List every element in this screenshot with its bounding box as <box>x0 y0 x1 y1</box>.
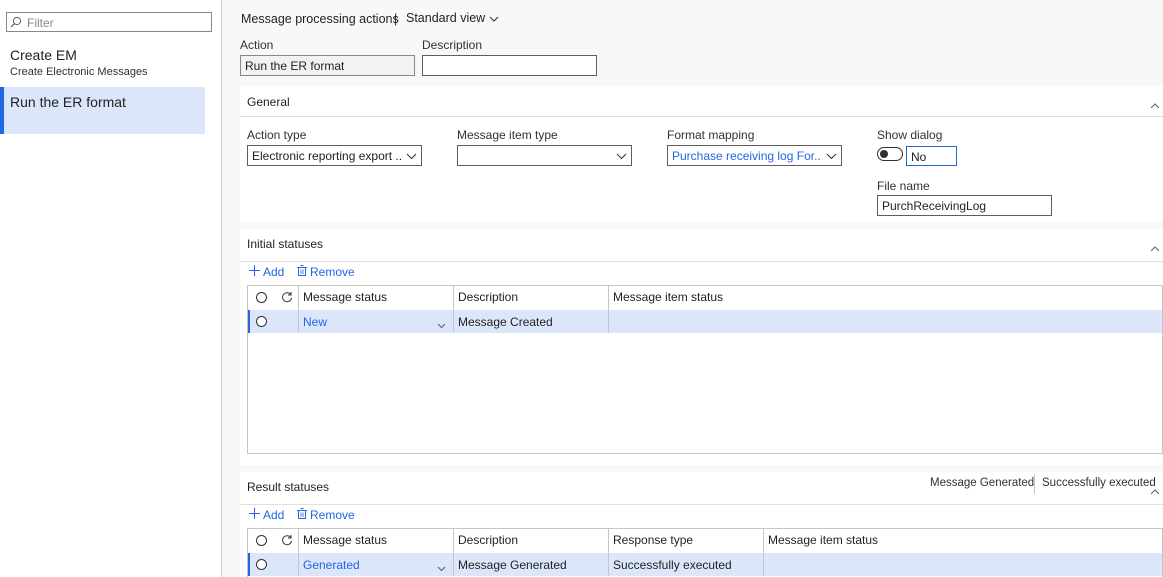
cell-message-status[interactable]: Generated <box>303 558 360 572</box>
select-all-radio[interactable] <box>256 292 267 303</box>
table-row[interactable]: Generated Message Generated Successfully… <box>248 553 1162 576</box>
list-item-title: Create EM <box>10 47 77 63</box>
general-header: General <box>247 95 290 109</box>
chevron-up-icon[interactable] <box>1150 240 1160 254</box>
action-value: Run the ER format <box>245 59 345 73</box>
result-statuses-panel: Result statuses Message Generated Succes… <box>240 472 1163 577</box>
main-content: Message processing actions | Standard vi… <box>222 0 1163 577</box>
grid-header: Message status Description Message item … <box>248 286 1162 311</box>
list-item-title: Run the ER format <box>10 94 126 110</box>
col-message-status[interactable]: Message status <box>303 290 387 304</box>
summary-successfully-executed: Successfully executed <box>1042 477 1156 489</box>
chevron-up-icon[interactable] <box>1150 97 1160 111</box>
cell-description: Message Generated <box>458 558 567 572</box>
col-description[interactable]: Description <box>458 290 518 304</box>
filter-input[interactable] <box>25 15 209 31</box>
summary-separator <box>1034 474 1035 494</box>
action-type-dropdown[interactable]: Electronic reporting export ... <box>247 145 422 166</box>
remove-label: Remove <box>310 508 355 522</box>
refresh-icon[interactable] <box>281 534 293 549</box>
row-select-radio[interactable] <box>256 559 267 570</box>
add-button[interactable]: Add <box>249 508 284 522</box>
general-panel: General Action type Electronic reporting… <box>240 86 1163 222</box>
format-mapping-dropdown[interactable]: Purchase receiving log For... <box>667 145 842 166</box>
grid-header: Message status Description Response type… <box>248 529 1162 554</box>
show-dialog-toggle[interactable] <box>877 147 903 161</box>
show-dialog-label: Show dialog <box>877 128 943 142</box>
add-button[interactable]: Add <box>249 265 284 279</box>
plus-icon <box>249 265 260 279</box>
col-message-item-status[interactable]: Message item status <box>768 533 878 547</box>
show-dialog-value: No <box>911 150 927 164</box>
title-separator: | <box>394 12 398 26</box>
row-select-radio[interactable] <box>256 316 267 327</box>
list-item-run-er-format[interactable]: Run the ER format <box>0 87 205 134</box>
col-message-item-status[interactable]: Message item status <box>613 290 723 304</box>
chevron-down-icon[interactable] <box>437 318 446 332</box>
cell-message-status[interactable]: New <box>303 315 327 329</box>
file-name-label: File name <box>877 179 930 193</box>
message-item-type-dropdown[interactable] <box>457 145 632 166</box>
col-message-status[interactable]: Message status <box>303 533 387 547</box>
chevron-down-icon <box>406 149 417 163</box>
col-description[interactable]: Description <box>458 533 518 547</box>
refresh-icon[interactable] <box>281 291 293 306</box>
table-row[interactable]: New Message Created <box>248 310 1162 333</box>
action-type-label: Action type <box>247 128 307 142</box>
chevron-down-icon <box>826 149 837 163</box>
file-name-field[interactable]: PurchReceivingLog <box>877 195 1052 216</box>
action-label: Action <box>240 38 274 52</box>
filter-field[interactable] <box>6 12 212 32</box>
initial-statuses-header: Initial statuses <box>247 237 324 251</box>
result-statuses-grid: Message status Description Response type… <box>247 528 1163 577</box>
cell-response-type: Successfully executed <box>613 558 732 572</box>
list-item-subtitle: Create Electronic Messages <box>10 66 148 78</box>
result-statuses-header: Result statuses <box>247 480 330 494</box>
chevron-down-icon[interactable] <box>437 561 446 575</box>
format-mapping-value[interactable]: Purchase receiving log For... <box>672 149 822 163</box>
page-title: Message processing actions <box>241 12 399 26</box>
cell-description: Message Created <box>458 315 553 329</box>
action-field[interactable]: Run the ER format <box>240 55 415 76</box>
list-item-create-em[interactable]: Create EM Create Electronic Messages <box>0 42 205 84</box>
file-name-value: PurchReceivingLog <box>882 199 987 213</box>
view-selector[interactable]: Standard view <box>406 11 499 25</box>
select-all-radio[interactable] <box>256 535 267 546</box>
format-mapping-label: Format mapping <box>667 128 755 142</box>
chevron-up-icon[interactable] <box>1150 483 1160 497</box>
divider <box>240 116 1163 117</box>
divider <box>240 504 1163 505</box>
chevron-down-icon <box>616 149 627 163</box>
col-response-type[interactable]: Response type <box>613 533 693 547</box>
initial-statuses-panel: Initial statuses Add Remove Message stat… <box>240 229 1163 465</box>
trash-icon <box>297 265 307 279</box>
remove-label: Remove <box>310 265 355 279</box>
list-pane: Create EM Create Electronic Messages Run… <box>0 0 222 577</box>
action-type-value: Electronic reporting export ... <box>252 149 402 163</box>
plus-icon <box>249 508 260 522</box>
remove-button[interactable]: Remove <box>297 508 355 522</box>
toggle-knob <box>880 150 888 158</box>
add-label: Add <box>263 508 285 522</box>
remove-button[interactable]: Remove <box>297 265 355 279</box>
trash-icon <box>297 508 307 522</box>
view-label: Standard view <box>406 11 486 25</box>
chevron-down-icon <box>489 11 499 25</box>
add-label: Add <box>263 265 285 279</box>
summary-message-generated: Message Generated <box>930 477 1035 489</box>
message-item-type-label: Message item type <box>457 128 558 142</box>
initial-statuses-grid: Message status Description Message item … <box>247 285 1163 454</box>
search-icon <box>10 16 22 31</box>
show-dialog-value-box: No <box>906 146 957 166</box>
divider <box>240 261 1163 262</box>
description-field[interactable] <box>422 55 597 76</box>
description-label: Description <box>422 38 483 52</box>
